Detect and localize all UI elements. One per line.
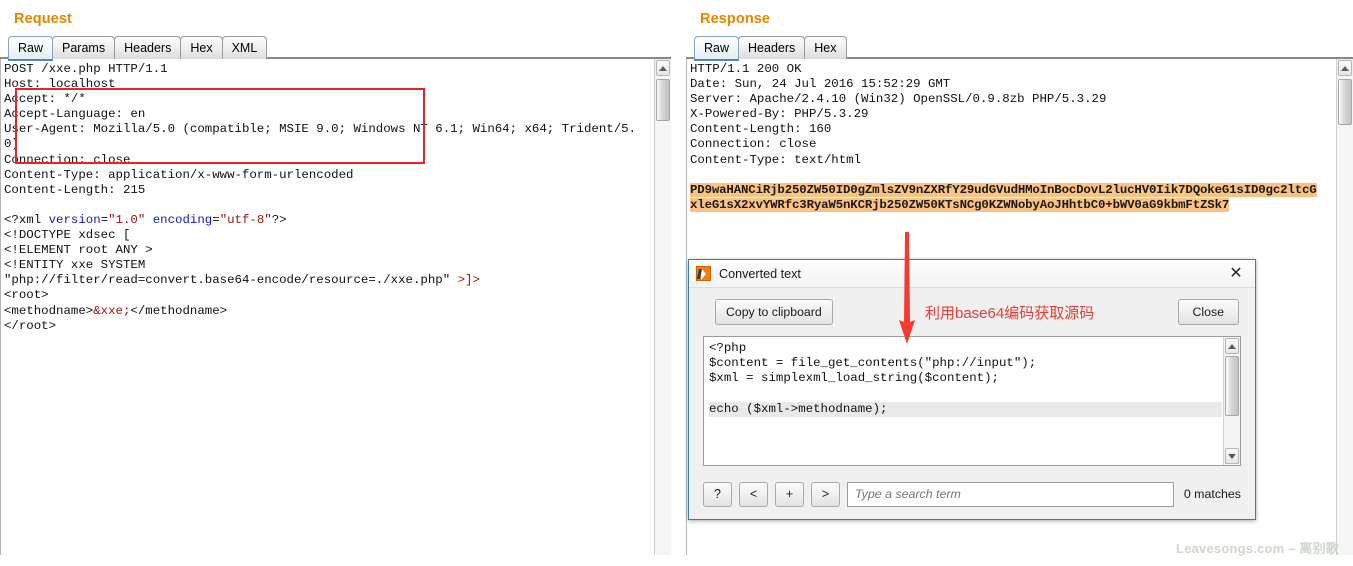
tab-response-headers-label: Headers: [748, 41, 795, 55]
search-prev-button[interactable]: <: [739, 482, 768, 507]
response-headers-text: HTTP/1.1 200 OK Date: Sun, 24 Jul 2016 1…: [690, 62, 1106, 167]
tab-request-headers-label: Headers: [124, 41, 171, 55]
tab-request-raw[interactable]: Raw: [8, 36, 53, 59]
dialog-vertical-scrollbar[interactable]: [1223, 337, 1240, 465]
converted-text-area-wrapper[interactable]: <?php $content = file_get_contents("php:…: [703, 336, 1241, 466]
tab-request-xml[interactable]: XML: [222, 36, 268, 59]
tab-request-params[interactable]: Params: [52, 36, 115, 59]
dialog-titlebar[interactable]: Converted text ✕: [689, 260, 1255, 288]
request-scroll-thumb[interactable]: [656, 79, 670, 121]
php-code-line: $xml = simplexml_load_string($content);: [709, 371, 999, 385]
tab-request-headers[interactable]: Headers: [114, 36, 181, 59]
request-message-editor[interactable]: POST /xxe.php HTTP/1.1 Host: localhost A…: [0, 59, 671, 555]
burp-logo-icon: [696, 266, 711, 281]
request-vertical-scrollbar[interactable]: [654, 59, 671, 555]
dialog-scroll-up-icon[interactable]: [1225, 338, 1239, 354]
tab-response-headers[interactable]: Headers: [738, 36, 805, 59]
response-panel-title: Response: [686, 0, 1353, 27]
request-headers-text: POST /xxe.php HTTP/1.1 Host: localhost A…: [4, 62, 636, 197]
response-scroll-thumb[interactable]: [1338, 79, 1352, 125]
tab-request-raw-label: Raw: [18, 41, 43, 55]
tab-request-params-label: Params: [62, 41, 105, 55]
dialog-scroll-down-icon[interactable]: [1225, 448, 1239, 464]
search-next-button[interactable]: >: [811, 482, 840, 507]
search-plus-button[interactable]: +: [775, 482, 804, 507]
request-panel: Request Raw Params Headers Hex XML POST …: [0, 0, 671, 566]
converted-text-content[interactable]: <?php $content = file_get_contents("php:…: [704, 337, 1222, 465]
tab-request-hex-label: Hex: [190, 41, 212, 55]
request-raw-text[interactable]: POST /xxe.php HTTP/1.1 Host: localhost A…: [0, 59, 641, 555]
request-tabstrip: Raw Params Headers Hex XML: [0, 35, 671, 59]
php-code-line-highlighted: echo ($xml->methodname);: [709, 402, 1222, 417]
dialog-toolbar: Copy to clipboard 利用base64编码获取源码 Close: [689, 288, 1255, 336]
response-tabstrip: Raw Headers Hex: [686, 35, 1353, 59]
tab-response-hex-label: Hex: [814, 41, 836, 55]
dialog-scroll-thumb[interactable]: [1225, 356, 1239, 416]
dialog-search-bar: ? < + > 0 matches: [703, 481, 1241, 507]
tab-response-hex[interactable]: Hex: [804, 36, 846, 59]
php-code-line: <?php: [709, 341, 746, 355]
php-code-line: $content = file_get_contents("php://inpu…: [709, 356, 1036, 370]
search-input[interactable]: [847, 482, 1174, 507]
watermark: Leavesongs.com – 离别歌: [1176, 538, 1339, 557]
tab-response-raw-label: Raw: [704, 41, 729, 55]
close-button[interactable]: Close: [1178, 299, 1239, 325]
tab-request-hex[interactable]: Hex: [180, 36, 222, 59]
request-xml-body: <?xml version="1.0" encoding="utf-8"?> <…: [4, 213, 480, 333]
close-icon[interactable]: ✕: [1223, 263, 1249, 285]
copy-to-clipboard-button[interactable]: Copy to clipboard: [715, 299, 833, 325]
tab-request-xml-label: XML: [232, 41, 258, 55]
response-scroll-up-icon[interactable]: [1338, 60, 1352, 76]
response-base64-highlight: PD9waHANCiRjb250ZW50ID0gZmlsZV9nZXRfY29u…: [690, 183, 1317, 212]
converted-text-dialog: Converted text ✕ Copy to clipboard 利用bas…: [688, 259, 1256, 520]
burp-suite-window: Request Raw Params Headers Hex XML POST …: [0, 0, 1353, 566]
search-matches-count: 0 matches: [1184, 487, 1241, 501]
response-vertical-scrollbar[interactable]: [1336, 59, 1353, 555]
tab-response-raw[interactable]: Raw: [694, 36, 739, 59]
request-scroll-up-icon[interactable]: [656, 60, 670, 76]
search-help-button[interactable]: ?: [703, 482, 732, 507]
dialog-title: Converted text: [719, 267, 1223, 281]
annotation-note-chinese: 利用base64编码获取源码: [925, 302, 1094, 323]
request-panel-title: Request: [0, 0, 671, 27]
